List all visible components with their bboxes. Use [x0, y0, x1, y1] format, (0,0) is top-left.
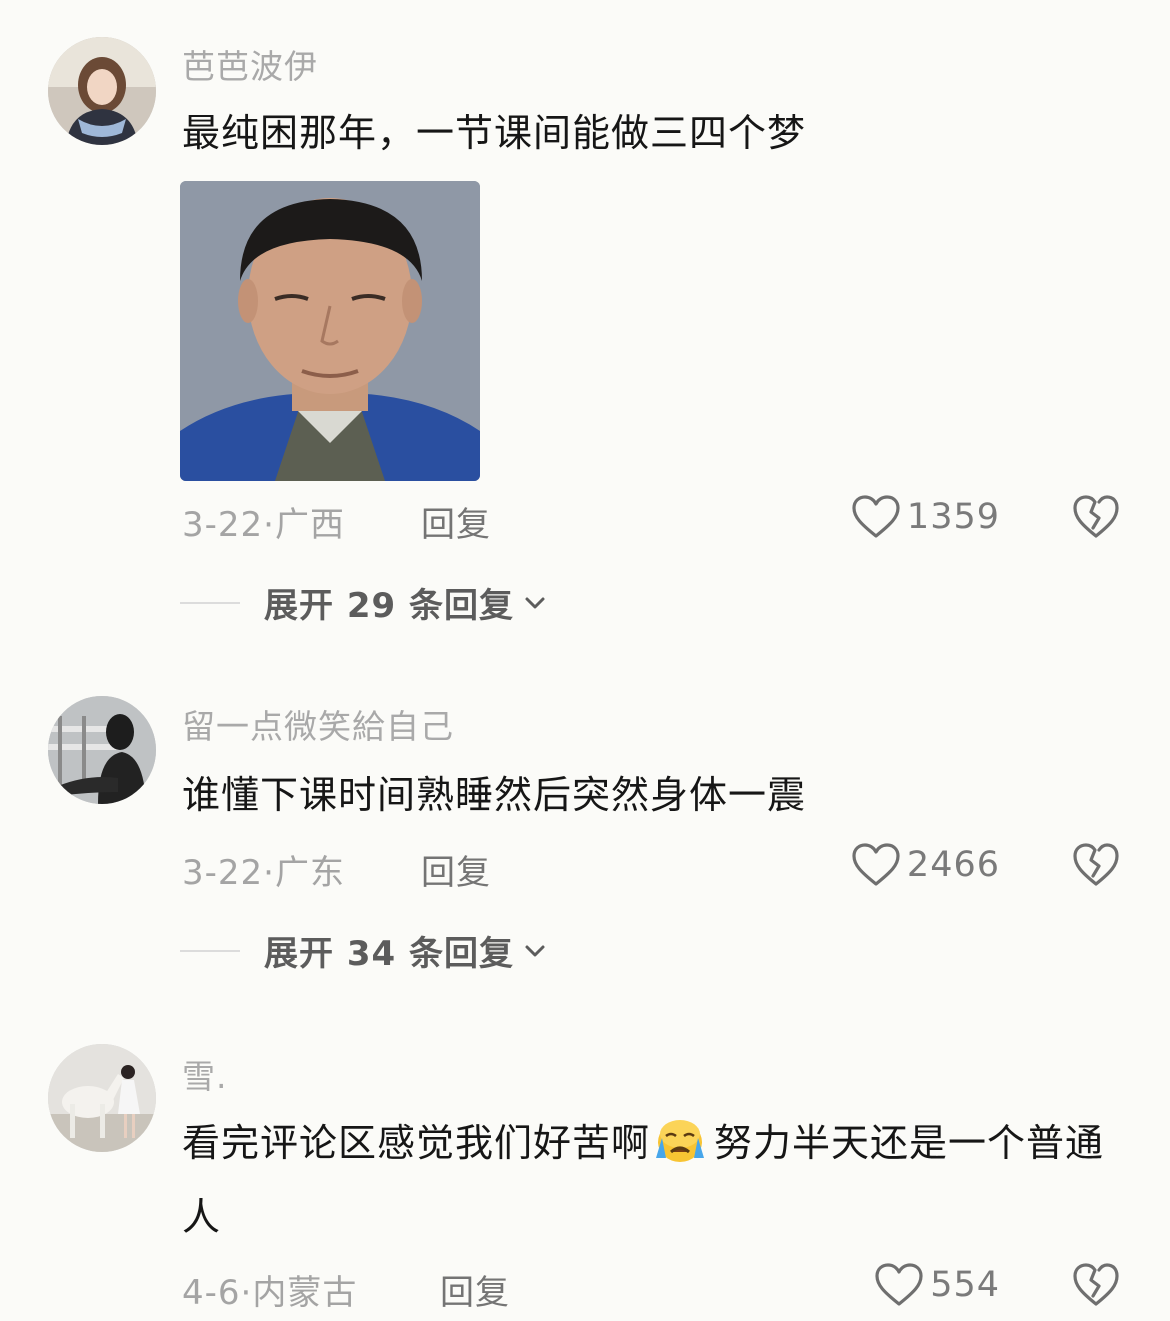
comment-list: 芭芭波伊 最纯困那年，一节课间能做三四个梦 3-22·广西 回复 1359 展开…	[0, 0, 1170, 1321]
comment-text: 最纯困那年，一节课间能做三四个梦	[182, 111, 807, 155]
expand-replies-label: 展开 29 条回复	[264, 586, 514, 626]
username[interactable]: 芭芭波伊	[182, 40, 318, 88]
comment-meta: 4-6·内蒙古	[182, 1273, 358, 1313]
like-button[interactable]: 1359	[851, 494, 1000, 540]
heart-outline-icon	[851, 842, 901, 888]
comment-image[interactable]	[180, 181, 480, 481]
avatar[interactable]	[48, 696, 156, 804]
heart-outline-icon	[851, 494, 901, 540]
comment-text: 看完评论区感觉我们好苦啊 努力半天还是一个普通人	[182, 1106, 1112, 1254]
avatar[interactable]	[48, 37, 156, 145]
comment-text-part: 看完评论区感觉我们好苦啊	[182, 1121, 651, 1165]
comment-meta: 3-22·广东	[182, 853, 345, 893]
broken-heart-outline-icon[interactable]	[1072, 1262, 1120, 1308]
divider	[180, 601, 240, 604]
expand-replies-button[interactable]: 展开 34 条回复	[180, 926, 548, 975]
broken-heart-outline-icon[interactable]	[1072, 494, 1120, 540]
like-button[interactable]: 2466	[851, 842, 1000, 888]
username[interactable]: 雪.	[182, 1050, 228, 1098]
chevron-down-icon	[522, 590, 548, 616]
divider	[180, 949, 240, 952]
like-count: 1359	[906, 497, 1000, 537]
avatar[interactable]	[48, 1044, 156, 1152]
like-button[interactable]: 554	[874, 1262, 1000, 1308]
expand-replies-label: 展开 34 条回复	[264, 934, 514, 974]
heart-outline-icon	[874, 1262, 924, 1308]
chevron-down-icon	[522, 938, 548, 964]
like-count: 2466	[906, 845, 1000, 885]
like-count: 554	[930, 1265, 1000, 1305]
reply-button[interactable]: 回复	[421, 497, 491, 546]
comment-text: 谁懂下课时间熟睡然后突然身体一震	[182, 773, 807, 817]
expand-replies-button[interactable]: 展开 29 条回复	[180, 578, 548, 627]
broken-heart-outline-icon[interactable]	[1072, 842, 1120, 888]
reply-button[interactable]: 回复	[440, 1265, 510, 1314]
reply-button[interactable]: 回复	[421, 845, 491, 894]
username[interactable]: 留一点微笑給自己	[182, 700, 454, 748]
crying-face-emoji	[652, 1116, 708, 1164]
comment-meta: 3-22·广西	[182, 505, 345, 545]
